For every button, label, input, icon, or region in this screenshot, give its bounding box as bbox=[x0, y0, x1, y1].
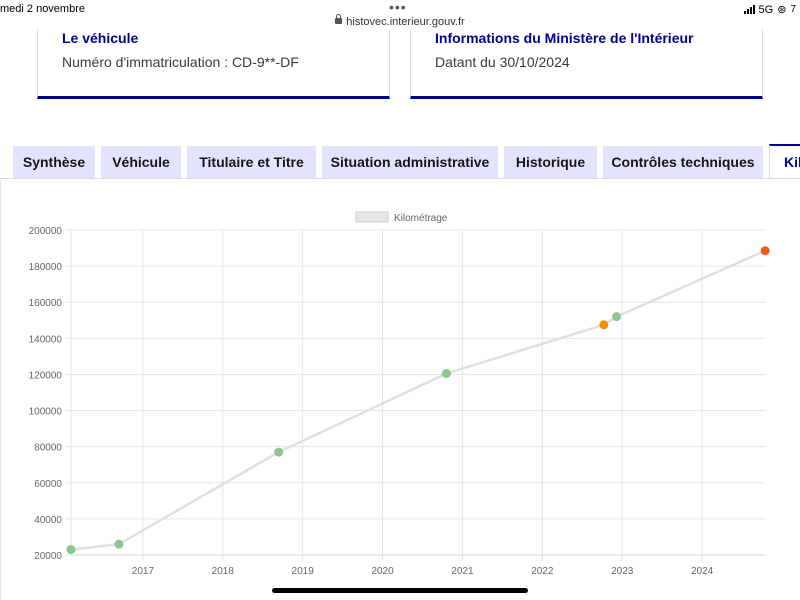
y-tick-label: 140000 bbox=[29, 334, 63, 345]
tab-controles-techniques[interactable]: Contrôles techniques bbox=[603, 146, 763, 179]
more-options-icon[interactable]: ••• bbox=[389, 0, 407, 15]
data-point bbox=[66, 545, 76, 555]
data-point bbox=[599, 320, 609, 330]
legend-label: Kilométrage bbox=[394, 213, 448, 224]
mileage-line bbox=[70, 249, 766, 551]
vehicle-card-title: Le véhicule bbox=[62, 30, 139, 46]
x-tick-label: 2023 bbox=[611, 566, 634, 577]
x-tick-label: 2020 bbox=[371, 566, 394, 577]
x-tick-label: 2017 bbox=[132, 566, 155, 577]
lock-icon bbox=[335, 14, 343, 26]
tab-bar: Synthèse Véhicule Titulaire et Titre Sit… bbox=[0, 144, 800, 179]
home-indicator[interactable] bbox=[272, 588, 528, 593]
battery-level: 7 bbox=[790, 4, 796, 15]
data-date: Datant du 30/10/2024 bbox=[435, 54, 570, 70]
y-tick-label: 20000 bbox=[34, 551, 62, 562]
address-url: histovec.interieur.gouv.fr bbox=[346, 16, 465, 28]
data-point bbox=[760, 246, 770, 256]
data-point bbox=[114, 539, 124, 549]
status-indicators: 5G ⊛ 7 bbox=[743, 3, 796, 16]
y-tick-label: 160000 bbox=[29, 298, 63, 309]
mileage-chart: 20000 40000 60000 80000 100000 120000 140000 16… bbox=[29, 211, 770, 577]
data-point bbox=[612, 312, 622, 322]
signal-icon bbox=[743, 5, 755, 14]
address-bar[interactable]: histovec.interieur.gouv.fr bbox=[0, 14, 800, 28]
network-label: 5G bbox=[758, 3, 774, 16]
x-tick-label: 2021 bbox=[451, 566, 474, 577]
x-tick-label: 2018 bbox=[212, 566, 235, 577]
tab-kilometrage[interactable]: Kil bbox=[769, 144, 800, 178]
vehicle-card: Le véhicule Numéro d'immatriculation : C… bbox=[37, 30, 390, 99]
y-tick-label: 180000 bbox=[29, 262, 63, 273]
y-tick-label: 40000 bbox=[34, 515, 62, 526]
data-point bbox=[441, 369, 451, 379]
y-tick-label: 100000 bbox=[29, 407, 63, 418]
status-date: medi 2 novembre bbox=[0, 3, 85, 15]
ministry-card-title: Informations du Ministère de l'Intérieur bbox=[435, 30, 694, 46]
registration-number: Numéro d'immatriculation : CD-9**-DF bbox=[62, 54, 299, 70]
tab-synthese[interactable]: Synthèse bbox=[13, 146, 95, 179]
ministry-card: Informations du Ministère de l'Intérieur… bbox=[410, 30, 763, 99]
x-tick-label: 2022 bbox=[531, 566, 554, 577]
mileage-chart-panel: 20000 40000 60000 80000 100000 120000 140000 16… bbox=[0, 180, 800, 600]
tab-situation-administrative[interactable]: Situation administrative bbox=[322, 146, 498, 179]
legend-swatch bbox=[355, 211, 389, 223]
y-tick-label: 60000 bbox=[34, 479, 62, 490]
y-tick-label: 200000 bbox=[29, 226, 63, 237]
status-bar: medi 2 novembre ••• histovec.interieur.g… bbox=[0, 0, 800, 34]
data-point bbox=[274, 447, 284, 457]
x-tick-label: 2019 bbox=[292, 566, 315, 577]
rotation-lock-icon: ⊛ bbox=[777, 4, 787, 16]
y-tick-label: 120000 bbox=[29, 370, 63, 381]
x-tick-label: 2024 bbox=[691, 566, 714, 577]
tabs-divider bbox=[0, 178, 800, 179]
tab-historique[interactable]: Historique bbox=[504, 146, 597, 179]
tab-vehicule[interactable]: Véhicule bbox=[101, 146, 181, 179]
tab-titulaire-titre[interactable]: Titulaire et Titre bbox=[187, 146, 316, 179]
y-tick-label: 80000 bbox=[34, 443, 62, 454]
